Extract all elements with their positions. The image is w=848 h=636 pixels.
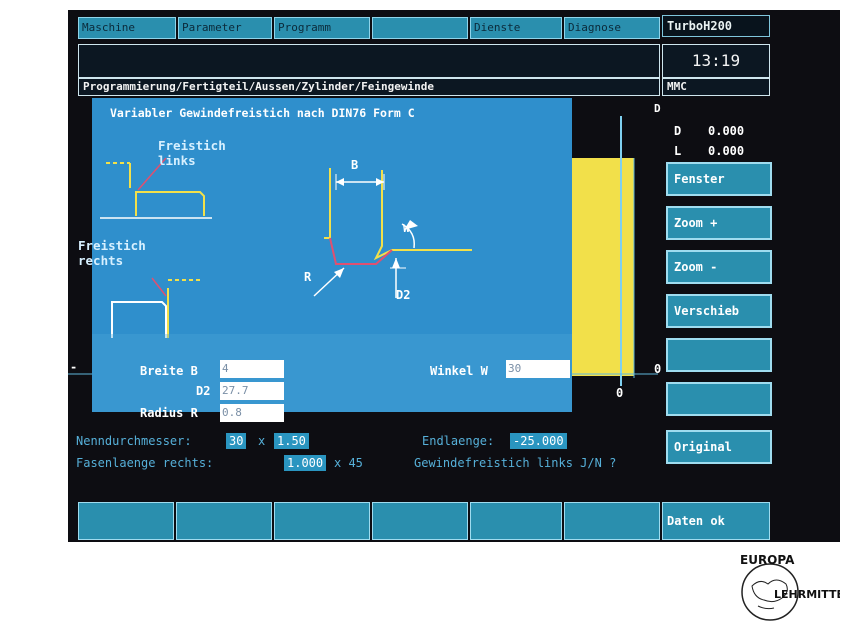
mode-indicator: MMC [662,78,770,96]
europa-lehrmittel-logo: EUROPA LEHRMITTEL [740,553,840,621]
softkey-fenster[interactable]: Fenster [666,162,772,196]
breadcrumb: Programmierung/Fertigteil/Aussen/Zylinde… [78,78,660,96]
coord-l-axis: L [674,144,682,158]
softkey-zoom-plus[interactable]: Zoom + [666,206,772,240]
times-sign: x [258,434,266,448]
daten-ok-button[interactable]: Daten ok [662,502,770,540]
winkel-label: Winkel W [430,364,488,378]
dialog-title: Variabler Gewindefreistich nach DIN76 Fo… [110,106,415,120]
hkey-6[interactable] [564,502,660,540]
softkey-empty-2[interactable] [666,382,772,416]
hkey-5[interactable] [470,502,562,540]
nenndurchmesser-input[interactable]: 30 [226,433,247,449]
axis-zero-right: 0 [654,362,662,376]
radius-label: Radius R [140,406,198,420]
axis-minus: - [70,360,78,374]
dim-w-label: W [403,222,410,235]
menu-programm[interactable]: Programm [274,17,370,39]
axis-d-label: D [654,102,661,115]
winkel-input[interactable]: 30 [506,360,570,378]
axis-zero-bottom: 0 [616,386,624,400]
clock: 13:19 [662,44,770,78]
hkey-2[interactable] [176,502,272,540]
hkey-3[interactable] [274,502,370,540]
fasenlaenge-input[interactable]: 1.000 [284,455,327,471]
control-brand: TurboH200 [662,15,770,37]
breite-label: Breite B [140,364,198,378]
hkey-4[interactable] [372,502,468,540]
d2-input[interactable]: 27.7 [220,382,284,400]
menu-parameter[interactable]: Parameter [178,17,272,39]
endlaenge-label: Endlaenge: [422,434,495,448]
label-freistich-links: Freistich links [158,138,226,168]
menu-dienste[interactable]: Dienste [470,17,562,39]
softkey-verschieb[interactable]: Verschieb [666,294,772,328]
dim-r-label: R [304,270,312,284]
steigung-input[interactable]: 1.50 [274,433,309,449]
coord-l-value: 0.000 [708,144,745,158]
menu-diagnose[interactable]: Diagnose [564,17,660,39]
softkey-original[interactable]: Original [666,430,772,464]
softkey-empty-1[interactable] [666,338,772,372]
hkey-1[interactable] [78,502,174,540]
dim-b-label: B [351,158,359,172]
coord-d-value: 0.000 [708,124,745,138]
softkey-zoom-minus[interactable]: Zoom - [666,250,772,284]
logo-top: EUROPA [740,553,795,567]
menu-empty[interactable] [372,17,468,39]
cnc-screen: Maschine Parameter Programm Dienste Diag… [68,10,840,542]
coord-d-axis: D [674,124,682,138]
breite-input[interactable]: 4 [220,360,284,378]
fasen-suffix: x 45 [334,456,363,470]
label-freistich-rechts: Freistich rechts [78,238,146,268]
logo-bottom: LEHRMITTEL [774,588,840,601]
radius-input[interactable]: 0.8 [220,404,284,422]
prompt-question: Gewindefreistich links J/N ? [414,456,617,470]
nenndurchmesser-label: Nenndurchmesser: [76,434,192,448]
d2-label: D2 [196,384,211,398]
workpiece-yellow [572,158,634,376]
endlaenge-input[interactable]: -25.000 [510,433,567,449]
message-bar [78,44,660,78]
dim-d2-label: D2 [396,288,411,302]
menu-maschine[interactable]: Maschine [78,17,176,39]
fasenlaenge-label: Fasenlaenge rechts: [76,456,214,470]
